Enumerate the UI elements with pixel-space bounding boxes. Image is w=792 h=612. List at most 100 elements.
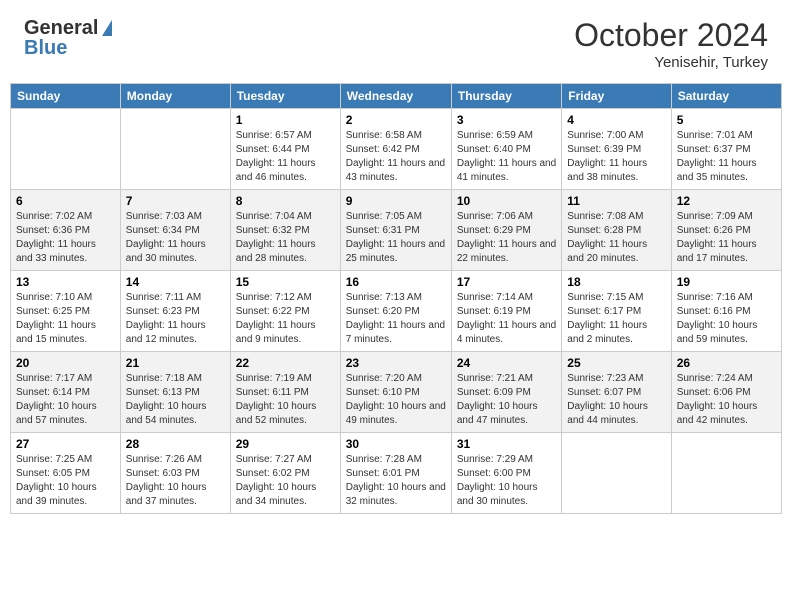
day-info: Sunrise: 7:20 AM Sunset: 6:10 PM Dayligh… <box>346 372 446 428</box>
day-info: Sunrise: 7:06 AM Sunset: 6:29 PM Dayligh… <box>457 210 556 266</box>
day-info: Sunrise: 7:01 AM Sunset: 6:37 PM Dayligh… <box>677 129 776 185</box>
calendar-cell: 22Sunrise: 7:19 AM Sunset: 6:11 PM Dayli… <box>230 351 340 432</box>
day-number: 15 <box>236 275 335 289</box>
calendar-cell: 3 Sunrise: 6:59 AM Sunset: 6:40 PM Daylig… <box>451 108 561 189</box>
calendar-cell: 30Sunrise: 7:28 AM Sunset: 6:01 PM Dayli… <box>340 432 451 513</box>
day-info: Sunrise: 7:13 AM Sunset: 6:20 PM Dayligh… <box>346 291 446 347</box>
day-info: Sunrise: 7:04 AM Sunset: 6:32 PM Dayligh… <box>236 210 335 266</box>
day-info: Sunrise: 7:18 AM Sunset: 6:13 PM Dayligh… <box>126 372 225 428</box>
day-number: 24 <box>457 356 556 370</box>
day-number: 12 <box>677 194 776 208</box>
day-info: Sunrise: 7:21 AM Sunset: 6:09 PM Dayligh… <box>457 372 556 428</box>
day-number: 14 <box>126 275 225 289</box>
calendar-cell: 25 Sunrise: 7:23 AM Sunset: 6:07 PM Dayli… <box>562 351 671 432</box>
calendar-cell: 15 Sunrise: 7:12 AM Sunset: 6:22 PM Dayli… <box>230 270 340 351</box>
calendar-cell: 1 Sunrise: 6:57 AM Sunset: 6:44 PM Daylig… <box>230 108 340 189</box>
logo-blue-text: Blue <box>24 38 112 58</box>
day-number: 3 <box>457 113 556 127</box>
day-number: 13 <box>16 275 115 289</box>
day-info: Sunrise: 7:05 AM Sunset: 6:31 PM Dayligh… <box>346 210 446 266</box>
calendar-cell: 28 Sunrise: 7:26 AM Sunset: 6:03 PM Dayli… <box>120 432 230 513</box>
calendar-cell: 5Sunrise: 7:01 AM Sunset: 6:37 PM Daylig… <box>671 108 781 189</box>
day-number: 28 <box>126 437 225 451</box>
calendar-cell: 19 Sunrise: 7:16 AM Sunset: 6:16 PM Dayli… <box>671 270 781 351</box>
calendar-wrap: SundayMondayTuesdayWednesdayThursdayFrid… <box>0 83 792 524</box>
calendar-table: SundayMondayTuesdayWednesdayThursdayFrid… <box>10 83 782 514</box>
day-number: 8 <box>236 194 335 208</box>
day-info: Sunrise: 7:11 AM Sunset: 6:23 PM Dayligh… <box>126 291 225 347</box>
calendar-cell: 26 Sunrise: 7:24 AM Sunset: 6:06 PM Dayli… <box>671 351 781 432</box>
day-info: Sunrise: 7:24 AM Sunset: 6:06 PM Dayligh… <box>677 372 776 428</box>
day-of-week-header: Friday <box>562 83 671 108</box>
day-info: Sunrise: 7:16 AM Sunset: 6:16 PM Dayligh… <box>677 291 776 347</box>
day-number: 27 <box>16 437 115 451</box>
day-number: 23 <box>346 356 446 370</box>
day-info: Sunrise: 7:28 AM Sunset: 6:01 PM Dayligh… <box>346 453 446 509</box>
day-info: Sunrise: 6:57 AM Sunset: 6:44 PM Dayligh… <box>236 129 335 185</box>
day-info: Sunrise: 6:58 AM Sunset: 6:42 PM Dayligh… <box>346 129 446 185</box>
day-number: 19 <box>677 275 776 289</box>
day-number: 29 <box>236 437 335 451</box>
day-number: 6 <box>16 194 115 208</box>
day-of-week-header: Saturday <box>671 83 781 108</box>
calendar-cell: 24 Sunrise: 7:21 AM Sunset: 6:09 PM Dayli… <box>451 351 561 432</box>
calendar-cell <box>562 432 671 513</box>
calendar-cell <box>11 108 121 189</box>
day-info: Sunrise: 7:08 AM Sunset: 6:28 PM Dayligh… <box>567 210 665 266</box>
month-title: October 2024 <box>574 18 768 53</box>
day-number: 16 <box>346 275 446 289</box>
day-number: 7 <box>126 194 225 208</box>
calendar-week-row: 1 Sunrise: 6:57 AM Sunset: 6:44 PM Daylig… <box>11 108 782 189</box>
calendar-cell: 7 Sunrise: 7:03 AM Sunset: 6:34 PM Daylig… <box>120 189 230 270</box>
calendar-cell: 6 Sunrise: 7:02 AM Sunset: 6:36 PM Daylig… <box>11 189 121 270</box>
day-info: Sunrise: 6:59 AM Sunset: 6:40 PM Dayligh… <box>457 129 556 185</box>
calendar-week-row: 6 Sunrise: 7:02 AM Sunset: 6:36 PM Daylig… <box>11 189 782 270</box>
day-number: 4 <box>567 113 665 127</box>
day-info: Sunrise: 7:14 AM Sunset: 6:19 PM Dayligh… <box>457 291 556 347</box>
day-number: 25 <box>567 356 665 370</box>
day-info: Sunrise: 7:02 AM Sunset: 6:36 PM Dayligh… <box>16 210 115 266</box>
day-number: 26 <box>677 356 776 370</box>
day-info: Sunrise: 7:27 AM Sunset: 6:02 PM Dayligh… <box>236 453 335 509</box>
calendar-week-row: 20 Sunrise: 7:17 AM Sunset: 6:14 PM Dayli… <box>11 351 782 432</box>
calendar-cell: 10 Sunrise: 7:06 AM Sunset: 6:29 PM Dayli… <box>451 189 561 270</box>
calendar-cell: 12Sunrise: 7:09 AM Sunset: 6:26 PM Dayli… <box>671 189 781 270</box>
day-number: 2 <box>346 113 446 127</box>
calendar-cell <box>120 108 230 189</box>
logo-general-text: General <box>24 18 98 38</box>
day-of-week-header: Thursday <box>451 83 561 108</box>
calendar-cell: 31Sunrise: 7:29 AM Sunset: 6:00 PM Dayli… <box>451 432 561 513</box>
day-number: 20 <box>16 356 115 370</box>
day-of-week-header: Wednesday <box>340 83 451 108</box>
day-info: Sunrise: 7:00 AM Sunset: 6:39 PM Dayligh… <box>567 129 665 185</box>
calendar-cell: 16 Sunrise: 7:13 AM Sunset: 6:20 PM Dayli… <box>340 270 451 351</box>
day-number: 10 <box>457 194 556 208</box>
header: General Blue October 2024 Yenisehir, Tur… <box>0 0 792 83</box>
day-of-week-header: Tuesday <box>230 83 340 108</box>
calendar-cell: 18Sunrise: 7:15 AM Sunset: 6:17 PM Dayli… <box>562 270 671 351</box>
day-info: Sunrise: 7:17 AM Sunset: 6:14 PM Dayligh… <box>16 372 115 428</box>
logo: General Blue <box>24 18 112 58</box>
day-number: 1 <box>236 113 335 127</box>
day-info: Sunrise: 7:10 AM Sunset: 6:25 PM Dayligh… <box>16 291 115 347</box>
calendar-cell: 9Sunrise: 7:05 AM Sunset: 6:31 PM Daylig… <box>340 189 451 270</box>
day-info: Sunrise: 7:12 AM Sunset: 6:22 PM Dayligh… <box>236 291 335 347</box>
page: General Blue October 2024 Yenisehir, Tur… <box>0 0 792 612</box>
day-info: Sunrise: 7:03 AM Sunset: 6:34 PM Dayligh… <box>126 210 225 266</box>
calendar-cell: 23 Sunrise: 7:20 AM Sunset: 6:10 PM Dayli… <box>340 351 451 432</box>
day-info: Sunrise: 7:19 AM Sunset: 6:11 PM Dayligh… <box>236 372 335 428</box>
calendar-cell: 29 Sunrise: 7:27 AM Sunset: 6:02 PM Dayli… <box>230 432 340 513</box>
calendar-cell: 11 Sunrise: 7:08 AM Sunset: 6:28 PM Dayli… <box>562 189 671 270</box>
calendar-cell: 2 Sunrise: 6:58 AM Sunset: 6:42 PM Daylig… <box>340 108 451 189</box>
day-number: 11 <box>567 194 665 208</box>
calendar-cell: 17 Sunrise: 7:14 AM Sunset: 6:19 PM Dayli… <box>451 270 561 351</box>
day-info: Sunrise: 7:23 AM Sunset: 6:07 PM Dayligh… <box>567 372 665 428</box>
location-title: Yenisehir, Turkey <box>574 53 768 73</box>
day-info: Sunrise: 7:26 AM Sunset: 6:03 PM Dayligh… <box>126 453 225 509</box>
calendar-cell: 21 Sunrise: 7:18 AM Sunset: 6:13 PM Dayli… <box>120 351 230 432</box>
calendar-cell: 4 Sunrise: 7:00 AM Sunset: 6:39 PM Daylig… <box>562 108 671 189</box>
day-info: Sunrise: 7:25 AM Sunset: 6:05 PM Dayligh… <box>16 453 115 509</box>
calendar-cell: 14 Sunrise: 7:11 AM Sunset: 6:23 PM Dayli… <box>120 270 230 351</box>
day-number: 17 <box>457 275 556 289</box>
day-number: 21 <box>126 356 225 370</box>
